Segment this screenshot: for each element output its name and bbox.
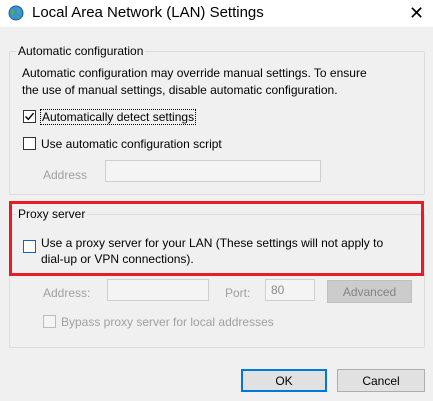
auto-config-description-line1: Automatic configuration may override man… (22, 66, 367, 80)
cancel-button[interactable]: Cancel (337, 369, 425, 392)
network-globe-icon (8, 5, 24, 21)
proxy-address-label: Address: (43, 286, 91, 300)
advanced-button[interactable]: Advanced (327, 280, 412, 303)
auto-detect-label[interactable]: Automatically detect settings (39, 109, 197, 125)
close-button[interactable]: ✕ (400, 0, 433, 27)
use-proxy-label-line2[interactable]: dial-up or VPN connections). (41, 252, 194, 266)
close-icon: ✕ (408, 3, 425, 23)
bypass-local-checkbox[interactable] (43, 315, 56, 328)
use-config-script-checkbox[interactable] (23, 137, 36, 150)
auto-config-description-line2: the use of manual settings, disable auto… (22, 83, 338, 97)
proxy-port-label: Port: (225, 286, 251, 300)
use-config-script-label[interactable]: Use automatic configuration script (41, 137, 222, 151)
proxy-port-input[interactable] (265, 279, 315, 301)
checkmark-icon (25, 112, 35, 121)
use-proxy-checkbox[interactable] (23, 240, 36, 253)
ok-button[interactable]: OK (241, 369, 327, 392)
auto-config-address-input[interactable] (105, 160, 321, 182)
window-title: Local Area Network (LAN) Settings (32, 4, 264, 21)
use-proxy-label-line1[interactable]: Use a proxy server for your LAN (These s… (41, 236, 383, 250)
auto-detect-checkbox[interactable] (23, 110, 36, 123)
bypass-local-label[interactable]: Bypass proxy server for local addresses (61, 315, 274, 329)
proxy-address-input[interactable] (107, 279, 209, 301)
title-bar: Local Area Network (LAN) Settings ✕ (0, 0, 433, 27)
auto-config-group-label: Automatic configuration (16, 44, 146, 58)
auto-config-address-label: Address (43, 168, 88, 182)
auto-detect-label-text: Automatically detect settings (42, 110, 195, 124)
